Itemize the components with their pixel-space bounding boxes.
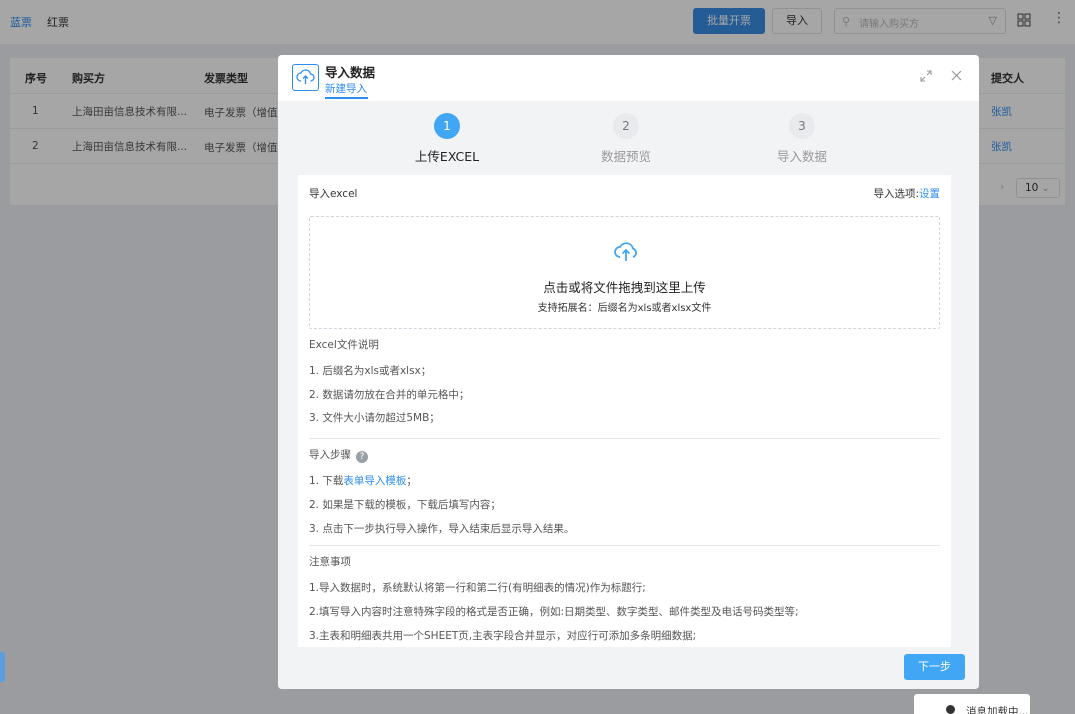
- panel-title: 导入excel: [309, 188, 358, 200]
- step-text-prefix: 1. 下载: [309, 475, 344, 487]
- list-item: 3. 文件大小请勿超过5MB；: [309, 412, 440, 424]
- list-item: 2. 数据请勿放在合并的单元格中；: [309, 389, 470, 401]
- step-label: 导入数据: [776, 149, 827, 164]
- step-import-data: 3 导入数据: [767, 113, 837, 165]
- dialog-header: 导入数据 新建导入: [278, 55, 979, 101]
- toast-text: 消息加载中...: [966, 706, 1029, 714]
- file-dropzone[interactable]: 点击或将文件拖拽到这里上传 支持拓展名：后缀名为xls或者xlsx文件: [309, 216, 940, 329]
- side-tab[interactable]: [0, 652, 5, 682]
- close-icon[interactable]: [950, 69, 963, 82]
- excel-notes-title: Excel文件说明: [309, 339, 379, 351]
- loading-dot-icon: [946, 705, 955, 714]
- divider: [309, 438, 940, 439]
- step-text-suffix: ；: [406, 475, 417, 487]
- list-item: 2. 如果是下载的模板，下载后填写内容；: [309, 499, 501, 511]
- list-item: 3.主表和明细表共用一个SHEET页,主表字段合并显示，对应行可添加多条明细数据…: [309, 630, 697, 642]
- step-label: 数据预览: [600, 149, 651, 164]
- step-number: 1: [434, 113, 460, 139]
- help-icon[interactable]: ?: [356, 451, 368, 463]
- step-data-preview: 2 数据预览: [591, 113, 661, 165]
- dialog-footer: 下一步: [278, 647, 979, 689]
- import-settings-link[interactable]: 设置: [919, 188, 940, 200]
- dropzone-hint: 支持拓展名：后缀名为xls或者xlsx文件: [537, 303, 712, 314]
- import-options: 导入选项:设置: [873, 186, 940, 201]
- dropzone-main-text: 点击或将文件拖拽到这里上传: [543, 280, 706, 295]
- import-steps-label: 导入步骤: [309, 449, 351, 461]
- upload-panel: 导入excel 导入选项:设置 点击或将文件拖拽到这里上传 支持拓展名：后缀名为…: [298, 175, 951, 647]
- import-dialog: 导入数据 新建导入 1 上传EXCEL 2 数据预览 3 导入数据 导入exce…: [278, 55, 979, 689]
- list-item: 2.填写导入内容时注意特殊字段的格式是否正确，例如:日期类型、数字类型、邮件类型…: [309, 606, 799, 618]
- list-item: 1.导入数据时，系统默认将第一行和第二行(有明细表的情况)作为标题行;: [309, 582, 646, 594]
- divider: [309, 545, 940, 546]
- list-item: 1. 下载表单导入模板；: [309, 473, 417, 488]
- expand-icon[interactable]: [920, 70, 932, 82]
- step-number: 2: [613, 113, 639, 139]
- import-options-label: 导入选项:: [873, 188, 919, 200]
- notes-title: 注意事项: [309, 556, 351, 568]
- step-label: 上传EXCEL: [414, 149, 480, 164]
- step-number: 3: [789, 113, 815, 139]
- import-steps-title: 导入步骤?: [309, 447, 368, 463]
- step-upload-excel: 1 上传EXCEL: [412, 113, 482, 165]
- list-item: 3. 点击下一步执行导入操作，导入结束后显示导入结果。: [309, 523, 575, 535]
- next-step-button[interactable]: 下一步: [904, 654, 965, 680]
- list-item: 1. 后缀名为xls或者xlsx；: [309, 365, 432, 377]
- dialog-title: 导入数据: [325, 65, 376, 80]
- loading-toast: 消息加载中...: [914, 694, 1030, 714]
- active-tab-indicator: [325, 97, 368, 99]
- upload-logo-icon: [292, 64, 319, 91]
- cloud-upload-icon: [614, 242, 637, 261]
- tab-new-import[interactable]: 新建导入: [325, 81, 367, 96]
- template-download-link[interactable]: 表单导入模板: [343, 475, 406, 487]
